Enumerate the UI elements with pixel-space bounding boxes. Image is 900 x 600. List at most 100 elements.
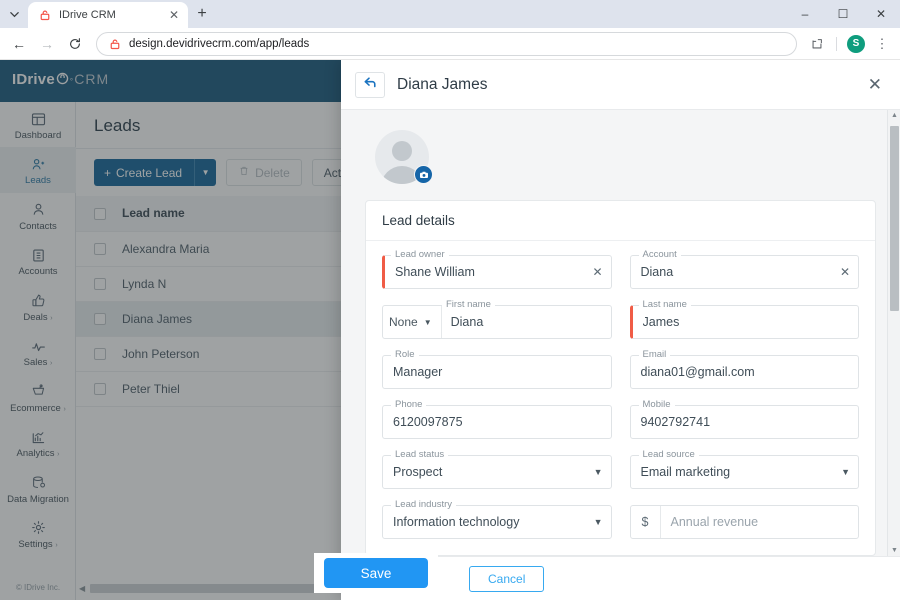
tab-search-icon[interactable]	[0, 0, 28, 28]
field-placeholder: Annual revenue	[670, 515, 759, 529]
lock-icon	[38, 8, 52, 22]
annual-revenue-input[interactable]: $ Annual revenue	[629, 505, 859, 539]
modal-header: Diana James ✕	[341, 60, 900, 110]
field-lead-status[interactable]: Lead status Prospect ▼	[382, 449, 612, 489]
field-label: Phone	[391, 399, 427, 410]
avatar-head	[392, 141, 412, 161]
field-phone[interactable]: Phone 6120097875	[382, 399, 612, 439]
kebab-menu-icon[interactable]: ⋮	[870, 32, 894, 56]
field-label: Last name	[638, 299, 691, 310]
minimize-icon[interactable]: –	[786, 0, 824, 28]
lead-details-card: Lead details Lead owner Shane William ✕	[365, 200, 876, 556]
field-annual-revenue[interactable]: $ Annual revenue	[629, 505, 859, 539]
chevron-down-icon: ▼	[423, 317, 432, 327]
chevron-down-icon: ▼	[841, 467, 850, 477]
field-lead-industry[interactable]: Lead industry Information technology ▼	[382, 499, 612, 539]
reload-icon[interactable]	[62, 31, 88, 57]
salutation-value: None	[389, 315, 418, 329]
screenshot-root: IDrive CRM ✕ + – ☐ ✕ ← → design.devidriv…	[0, 0, 900, 600]
field-label: Lead industry	[391, 499, 457, 510]
browser-tab-title: IDrive CRM	[59, 9, 116, 21]
back-button[interactable]	[355, 71, 385, 98]
share-icon[interactable]	[805, 32, 829, 56]
field-account[interactable]: Account Diana ✕	[629, 249, 859, 289]
field-label: Mobile	[638, 399, 675, 410]
browser-toolbar: ← → design.devidrivecrm.com/app/leads S …	[0, 28, 900, 60]
section-title: Lead details	[366, 201, 875, 241]
browser-tab[interactable]: IDrive CRM ✕	[28, 2, 188, 28]
profile-initial: S	[847, 34, 865, 53]
back-arrow-icon	[363, 76, 378, 94]
field-mobile[interactable]: Mobile 9402792741	[629, 399, 859, 439]
close-icon[interactable]: ✕	[166, 7, 182, 23]
field-value: Information technology	[393, 515, 520, 529]
back-arrow-icon[interactable]: ←	[6, 31, 32, 57]
first-name-input[interactable]: None ▼ Diana	[382, 305, 612, 339]
field-label: Role	[391, 349, 419, 360]
field-last-name[interactable]: Last name James	[629, 299, 859, 339]
close-icon[interactable]: ✕	[586, 265, 602, 279]
window-controls: – ☐ ✕	[786, 0, 900, 28]
lead-detail-modal: Diana James ✕ Lead details Lead owner Sh…	[341, 60, 900, 600]
phone-input[interactable]: 6120097875	[382, 405, 612, 439]
form-grid: Lead owner Shane William ✕ Account Diana…	[382, 249, 859, 539]
field-label: First name	[442, 299, 495, 310]
save-button-highlight: Save	[314, 553, 438, 593]
lead-source-select[interactable]: Email marketing ▼	[629, 455, 859, 489]
role-input[interactable]: Manager	[382, 355, 612, 389]
save-button[interactable]: Save	[324, 558, 428, 588]
field-value: James	[642, 315, 680, 329]
field-label: Lead source	[638, 449, 699, 460]
maximize-icon[interactable]: ☐	[824, 0, 862, 28]
cancel-button[interactable]: Cancel	[469, 565, 545, 592]
avatar[interactable]: S	[844, 32, 868, 56]
modal-body: Lead details Lead owner Shane William ✕	[341, 110, 900, 556]
field-value: diana01@gmail.com	[640, 365, 755, 379]
toolbar-actions: S ⋮	[805, 32, 894, 56]
toolbar-divider	[836, 36, 837, 51]
field-value: Diana	[640, 265, 674, 279]
close-icon[interactable]: ✕	[862, 0, 900, 28]
avatar[interactable]	[375, 130, 433, 184]
field-value: 9402792741	[640, 415, 711, 429]
scrollbar-thumb[interactable]	[890, 126, 899, 311]
camera-icon[interactable]	[414, 165, 433, 184]
account-input[interactable]: Diana ✕	[629, 255, 859, 289]
salutation-select[interactable]: None ▼	[389, 306, 442, 338]
chevron-down-icon: ▼	[593, 517, 603, 527]
new-tab-button[interactable]: +	[188, 0, 216, 28]
field-role[interactable]: Role Manager	[382, 349, 612, 389]
browser-tab-strip: IDrive CRM ✕ + – ☐ ✕	[0, 0, 900, 28]
forward-arrow-icon[interactable]: →	[34, 31, 60, 57]
field-value: Manager	[393, 365, 443, 379]
lead-owner-input[interactable]: Shane William ✕	[382, 255, 612, 289]
caret-down-icon[interactable]: ▼	[891, 547, 898, 554]
close-icon[interactable]: ✕	[868, 76, 882, 93]
last-name-input[interactable]: James	[629, 305, 859, 339]
field-email[interactable]: Email diana01@gmail.com	[629, 349, 859, 389]
mobile-input[interactable]: 9402792741	[629, 405, 859, 439]
lead-industry-select[interactable]: Information technology ▼	[382, 505, 612, 539]
field-value: 6120097875	[393, 415, 463, 429]
field-first-name[interactable]: First name None ▼ Diana	[382, 299, 612, 339]
field-value: Diana	[450, 315, 484, 329]
field-lead-source[interactable]: Lead source Email marketing ▼	[629, 449, 859, 489]
field-label: Lead owner	[391, 249, 449, 260]
field-value: Shane William	[395, 265, 475, 279]
field-value: Email marketing	[640, 465, 731, 479]
lock-icon	[109, 38, 121, 50]
email-input[interactable]: diana01@gmail.com	[629, 355, 859, 389]
field-label: Lead status	[391, 449, 449, 460]
field-lead-owner[interactable]: Lead owner Shane William ✕	[382, 249, 612, 289]
currency-symbol: $	[631, 506, 661, 538]
modal-scrollbar[interactable]: ▲ ▼	[887, 110, 900, 556]
address-bar[interactable]: design.devidrivecrm.com/app/leads	[96, 31, 797, 56]
close-icon[interactable]: ✕	[834, 265, 850, 279]
lead-details-form: Lead owner Shane William ✕ Account Diana…	[366, 241, 875, 555]
address-bar-url: design.devidrivecrm.com/app/leads	[129, 37, 310, 50]
modal-content: Lead details Lead owner Shane William ✕	[341, 110, 900, 556]
field-value: Prospect	[393, 465, 443, 479]
caret-up-icon[interactable]: ▲	[891, 112, 898, 119]
lead-status-select[interactable]: Prospect ▼	[382, 455, 612, 489]
app-container: IDrive ° CRM Dashboard Leads Contacts Ac…	[0, 60, 900, 600]
